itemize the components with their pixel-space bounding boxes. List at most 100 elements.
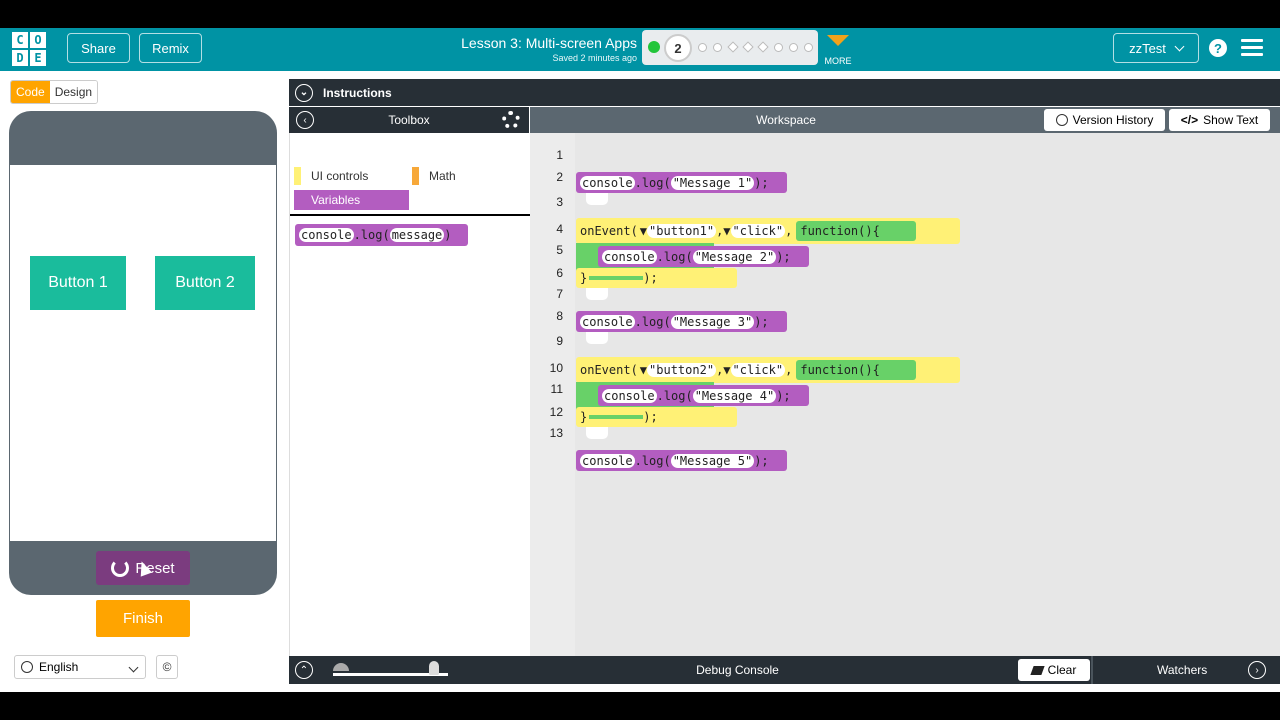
block-arg[interactable]: "Message 2" (692, 249, 777, 264)
block-arg[interactable]: "Message 1" (670, 175, 755, 190)
block-function: function(){ (796, 221, 916, 241)
function-close (589, 415, 644, 419)
toolbox-block-console-log[interactable]: console .log( message ) (295, 224, 468, 246)
app-button-1[interactable]: Button 1 (30, 256, 126, 310)
chevron-down-icon (1174, 41, 1185, 51)
progress-level[interactable] (804, 43, 813, 52)
watchers-toggle-icon[interactable]: › (1248, 661, 1266, 679)
block-object: console (580, 175, 635, 190)
clear-label: Clear (1047, 663, 1077, 677)
logo-letter: D (12, 50, 28, 66)
more-label[interactable]: MORE (822, 56, 854, 66)
code-icon: </> (1180, 113, 1199, 127)
line-number: 2 (556, 170, 563, 184)
block-arg[interactable]: "Message 3" (670, 314, 755, 329)
saved-status: Saved 2 minutes ago (552, 53, 637, 63)
progress-assessment[interactable] (757, 41, 769, 53)
tab-code[interactable]: Code (11, 81, 50, 103)
clear-button[interactable]: Clear (1018, 659, 1090, 681)
share-button[interactable]: Share (67, 33, 130, 63)
block-object: console (602, 388, 657, 403)
category-label: Math (429, 169, 456, 183)
block-keyword: onEvent( (580, 224, 638, 238)
block-comma: , (716, 224, 724, 238)
progress-assessment[interactable] (727, 41, 739, 53)
block-method: .log( (353, 228, 390, 242)
line-number: 6 (556, 266, 563, 280)
app-preview-screen[interactable]: Button 1 Button 2 (10, 165, 276, 541)
lesson-title: Lesson 3: Multi-screen Apps (461, 35, 637, 51)
line-gutter: 1 2 3 4 5 6 7 8 9 10 11 12 13 (530, 133, 575, 670)
line-number: 1 (556, 148, 563, 162)
code-block-console-log[interactable]: console .log("Message 3"); (576, 311, 787, 332)
block-arg[interactable]: "Message 5" (670, 453, 755, 468)
progress-level-complete[interactable] (648, 41, 660, 53)
dropdown-arrow-icon[interactable]: ▼ (723, 363, 730, 377)
app-button-2[interactable]: Button 2 (155, 256, 255, 310)
line-number: 10 (549, 361, 563, 375)
code-org-logo[interactable]: C O D E (12, 32, 46, 66)
dropdown-arrow-icon[interactable]: ▼ (723, 224, 730, 238)
top-header: C O D E Share Remix Lesson 3: Multi-scre… (0, 28, 1280, 71)
gear-icon[interactable] (502, 111, 520, 129)
category-ui-controls[interactable]: UI controls (294, 167, 368, 185)
debug-console-bar: ⌃ Debug Console Clear Watchers › (289, 656, 1280, 684)
progress-level[interactable] (713, 43, 722, 52)
phone-frame: Button 1 Button 2 (9, 111, 277, 595)
block-method: .log( (656, 388, 693, 403)
dropdown-arrow-icon[interactable]: ▼ (640, 224, 647, 238)
chevron-down-icon (128, 662, 139, 673)
block-arg-event[interactable]: "click" (730, 224, 786, 238)
code-block-onevent[interactable]: onEvent( ▼ "button2", ▼ "click", functio… (576, 357, 960, 383)
block-closing: } ); (576, 407, 737, 427)
progress-level[interactable] (698, 43, 707, 52)
code-block-console-log[interactable]: console .log("Message 2"); (598, 246, 809, 267)
dropdown-arrow-icon[interactable]: ▼ (640, 363, 647, 377)
progress-level[interactable] (789, 43, 798, 52)
code-block-console-log[interactable]: console .log("Message 4"); (598, 385, 809, 406)
workspace-canvas[interactable]: 1 2 3 4 5 6 7 8 9 10 11 12 13 console .lo… (530, 133, 1280, 670)
copyright-button[interactable]: © (156, 655, 178, 679)
help-icon[interactable]: ? (1209, 39, 1227, 57)
block-connector (586, 288, 608, 300)
collapse-chevron-icon[interactable]: ⌄ (295, 83, 313, 102)
block-arg[interactable]: "Message 4" (692, 388, 777, 403)
level-progress: 2 (642, 30, 818, 65)
line-number: 9 (556, 334, 563, 348)
block-arg-element[interactable]: "button2" (647, 363, 717, 377)
more-arrow-icon[interactable] (827, 35, 849, 46)
workspace-header: Workspace Version History </> Show Text (530, 107, 1280, 133)
block-comma: , (716, 363, 724, 377)
remix-button[interactable]: Remix (139, 33, 202, 63)
show-text-button[interactable]: </> Show Text (1169, 109, 1270, 131)
logo-letter: E (30, 50, 46, 66)
category-math[interactable]: Math (412, 167, 456, 185)
code-block-console-log[interactable]: console .log("Message 1"); (576, 172, 787, 193)
progress-assessment[interactable] (742, 41, 754, 53)
finish-button[interactable]: Finish (96, 600, 190, 637)
line-number: 13 (549, 426, 563, 440)
block-arg-event[interactable]: "click" (730, 363, 786, 377)
code-block-console-log[interactable]: console .log("Message 5"); (576, 450, 787, 471)
block-object: console (602, 249, 657, 264)
block-close: ) (444, 228, 452, 242)
language-select[interactable]: English (14, 655, 146, 679)
block-method: .log( (634, 453, 671, 468)
category-variables[interactable]: Variables (294, 190, 409, 210)
line-number: 8 (556, 309, 563, 323)
tab-design[interactable]: Design (49, 81, 98, 103)
code-design-toggle: Code Design (10, 80, 99, 104)
line-number: 11 (550, 382, 563, 396)
version-history-label: Version History (1072, 113, 1154, 127)
hamburger-menu-icon[interactable] (1241, 39, 1263, 56)
block-arg-element[interactable]: "button1" (647, 224, 717, 238)
block-brace: } (580, 410, 588, 424)
instructions-title: Instructions (323, 85, 392, 100)
version-history-button[interactable]: Version History (1044, 109, 1165, 131)
code-block-onevent[interactable]: onEvent( ▼ "button1", ▼ "click", functio… (576, 218, 960, 244)
progress-level[interactable] (774, 43, 783, 52)
user-menu-button[interactable]: zzTest (1113, 33, 1199, 63)
progress-level-current[interactable]: 2 (664, 34, 692, 62)
logo-letter: O (30, 32, 46, 48)
show-text-label: Show Text (1203, 113, 1259, 127)
